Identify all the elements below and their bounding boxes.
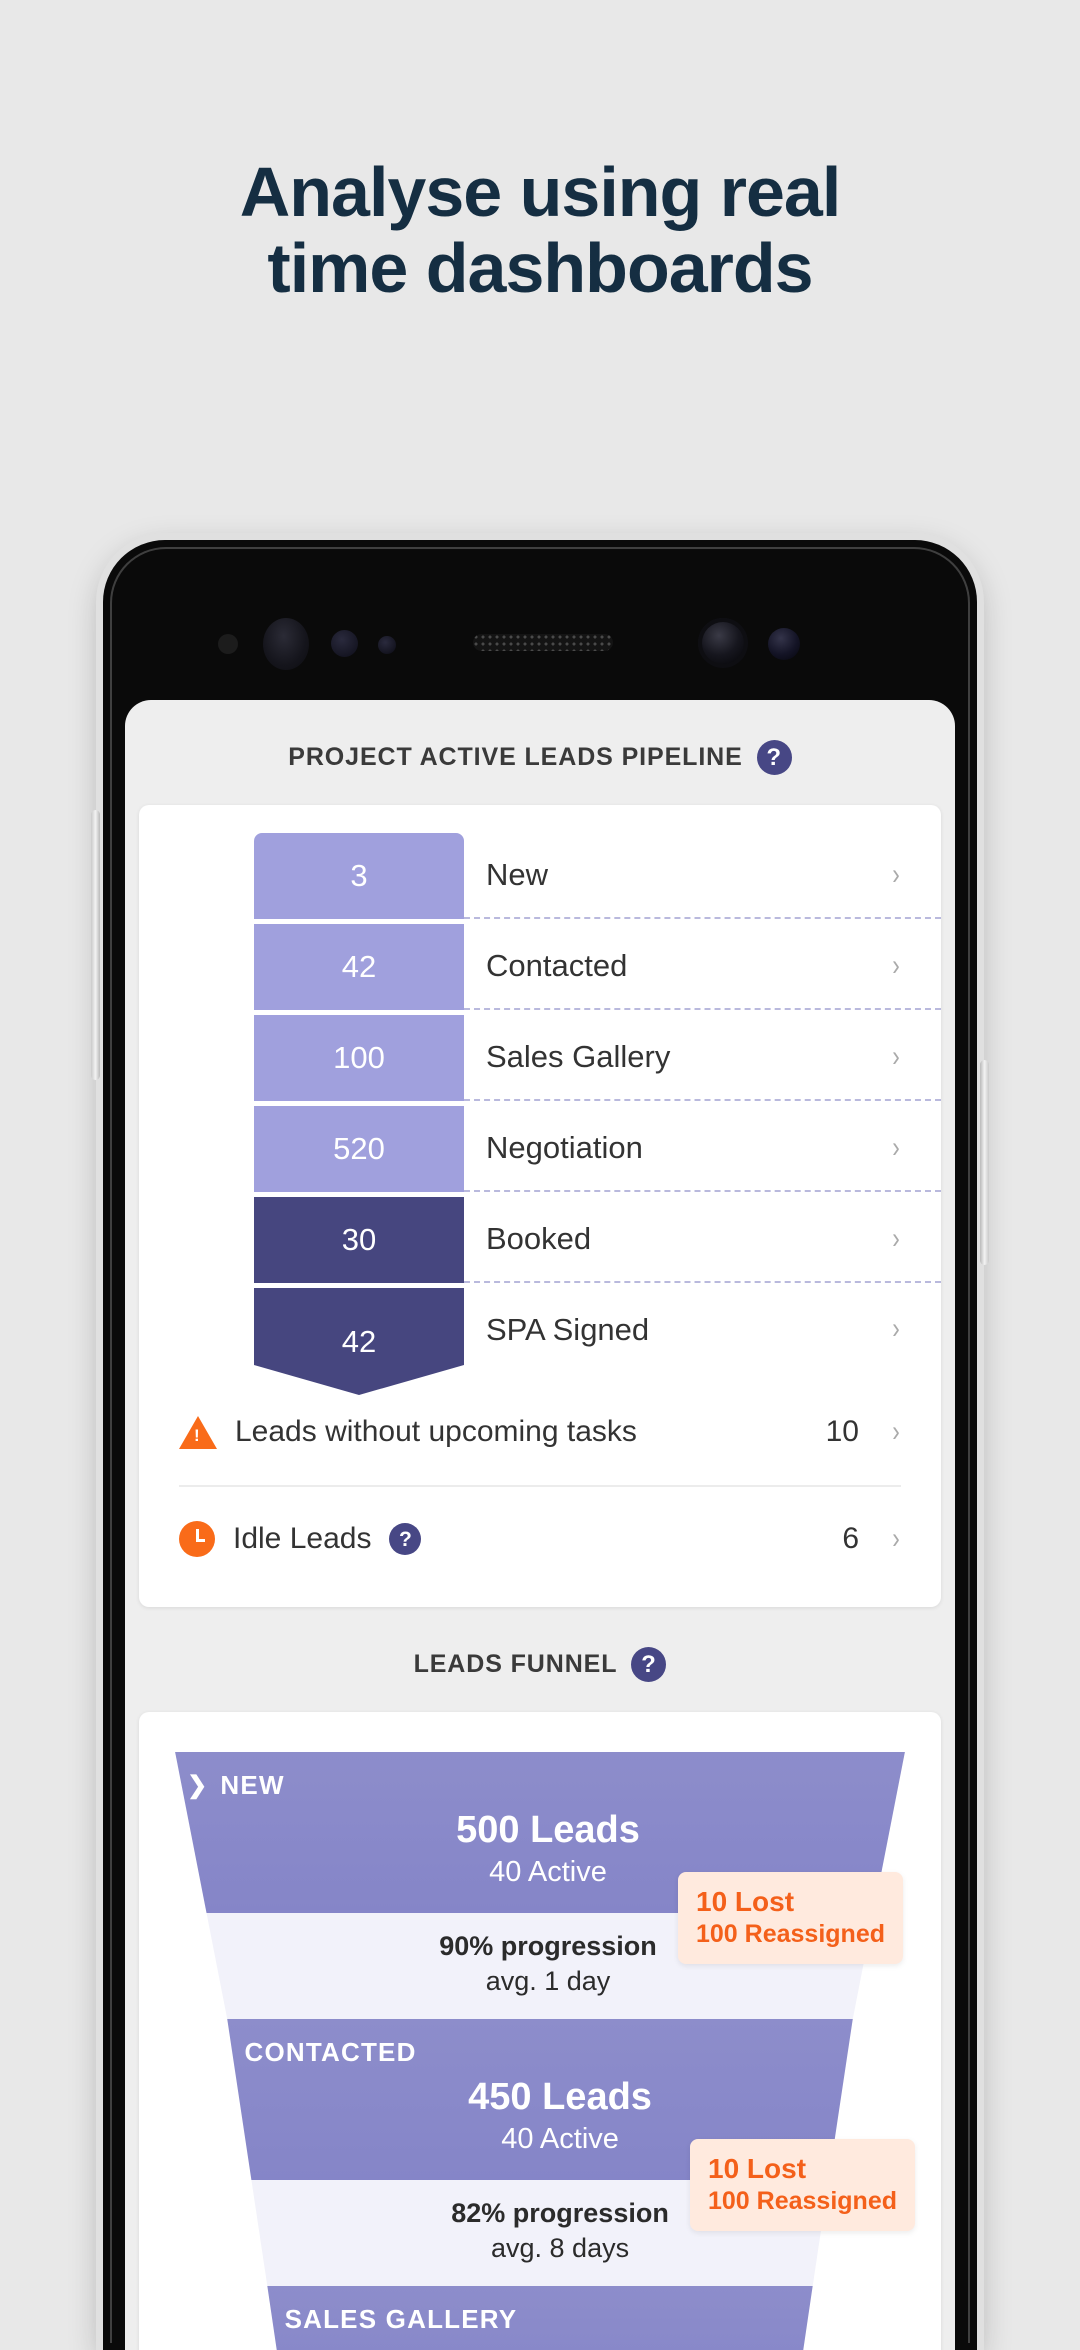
pipeline-title: PROJECT ACTIVE LEADS PIPELINE [288, 743, 743, 771]
pipeline-row-sales-gallery[interactable]: 100 Sales Gallery › [139, 1015, 941, 1101]
funnel-stage-sales-gallery[interactable]: ❯ SALES GALLERY [139, 2286, 941, 2350]
funnel-badge-reassigned-new: 100 Reassigned [696, 1920, 885, 1948]
alert-count-leads-without-tasks: 10 [825, 1415, 859, 1448]
pipeline-label-negotiation: Negotiation [486, 1130, 643, 1165]
chevron-double-right-icon: ❯ [187, 1772, 209, 1799]
pipeline-meta-contacted: Contacted › [464, 924, 941, 1010]
alert-label-leads-without-tasks: Leads without upcoming tasks [235, 1415, 637, 1448]
pipeline-meta-sales-gallery: Sales Gallery › [464, 1015, 941, 1101]
warning-triangle-icon [179, 1415, 217, 1449]
pipeline-row-new[interactable]: 3 New › [139, 833, 941, 919]
chevron-right-icon[interactable]: › [892, 1312, 900, 1346]
page-headline: Analyse using real time dashboards [0, 153, 1080, 307]
chevron-right-icon[interactable]: › [892, 1131, 900, 1165]
power-button[interactable] [980, 1060, 989, 1265]
phone-sensor-strip [103, 612, 977, 672]
question-mark-icon[interactable]: ? [631, 1647, 667, 1682]
ambient-light-sensor-icon [331, 630, 358, 657]
pipeline-meta-booked: Booked › [464, 1197, 941, 1283]
pipeline-card: 3 New › 42 Contacted › 100 Sales Gallery… [139, 805, 941, 1607]
pipeline-meta-negotiation: Negotiation › [464, 1106, 941, 1192]
front-camera-icon [698, 618, 748, 668]
funnel-badge-reassigned-contacted: 100 Reassigned [708, 2187, 897, 2215]
pipeline-label-booked: Booked [486, 1221, 592, 1256]
pipeline-row-booked[interactable]: 30 Booked › [139, 1197, 941, 1283]
funnel-stage-sales-gallery-shape: ❯ SALES GALLERY [251, 2286, 813, 2350]
chevron-right-icon[interactable]: › [892, 1522, 900, 1556]
sensor-dot-icon [218, 634, 238, 654]
clock-icon [179, 1521, 215, 1557]
funnel-card: ❯ NEW 500 Leads 40 Active 90% progressio… [139, 1712, 941, 2350]
funnel-stage-name-sales-gallery: SALES GALLERY [284, 2304, 518, 2334]
chevron-double-right-icon: ❯ [211, 2039, 233, 2066]
pipeline-bar-sales-gallery: 100 [254, 1015, 464, 1101]
pipeline-row-negotiation[interactable]: 520 Negotiation › [139, 1106, 941, 1192]
funnel-stage-contacted[interactable]: ❯ CONTACTED 450 Leads 40 Active 82% prog… [139, 2019, 941, 2286]
funnel-badge-contacted[interactable]: 10 Lost 100 Reassigned [690, 2139, 915, 2232]
phone-screen: PROJECT ACTIVE LEADS PIPELINE ? 3 New › … [125, 700, 955, 2350]
funnel-leads-new: 500 Leads [456, 1809, 640, 1851]
funnel-stage-name-contacted: CONTACTED [244, 2037, 417, 2067]
proximity-sensor-icon [263, 618, 309, 670]
pipeline-label-spa-signed: SPA Signed [486, 1312, 650, 1347]
alert-row-leads-without-tasks[interactable]: Leads without upcoming tasks 10 › [179, 1379, 901, 1485]
phone-device-mockup: PROJECT ACTIVE LEADS PIPELINE ? 3 New › … [91, 540, 989, 2350]
pipeline-bar-contacted: 42 [254, 924, 464, 1010]
front-camera-secondary-icon [768, 628, 800, 660]
pipeline-row-contacted[interactable]: 42 Contacted › [139, 924, 941, 1010]
funnel-label-contacted: ❯ CONTACTED [211, 2037, 853, 2068]
funnel-badge-lost-contacted: 10 Lost [708, 2153, 807, 2184]
pipeline-bar-new: 3 [254, 833, 464, 919]
earpiece-speaker-icon [473, 634, 613, 651]
question-mark-icon[interactable]: ? [389, 1523, 422, 1555]
funnel-stage-name-new: NEW [220, 1770, 285, 1800]
alert-label-idle-leads: Idle Leads [233, 1522, 372, 1555]
pipeline-label-sales-gallery: Sales Gallery [486, 1039, 671, 1074]
pipeline-label-new: New [486, 857, 549, 892]
headline-line-1: Analyse using real [239, 153, 842, 231]
chevron-right-icon[interactable]: › [892, 858, 900, 892]
pipeline-meta-spa-signed: SPA Signed › [464, 1288, 941, 1374]
funnel-stage-new[interactable]: ❯ NEW 500 Leads 40 Active 90% progressio… [139, 1752, 941, 2019]
funnel-label-sales-gallery: ❯ SALES GALLERY [251, 2304, 812, 2335]
funnel-avg-new: avg. 1 day [485, 1966, 611, 1996]
chevron-right-icon[interactable]: › [892, 1415, 900, 1449]
pipeline-label-contacted: Contacted [486, 948, 628, 983]
pipeline-bar-negotiation: 520 [254, 1106, 464, 1192]
pipeline-meta-new: New › [464, 833, 941, 919]
chevron-right-icon[interactable]: › [892, 1222, 900, 1256]
funnel-badge-new[interactable]: 10 Lost 100 Reassigned [678, 1872, 903, 1965]
funnel-leads-contacted: 450 Leads [468, 2076, 652, 2118]
funnel-band-sales-gallery: ❯ SALES GALLERY [251, 2286, 813, 2350]
pipeline-bar-booked: 30 [254, 1197, 464, 1283]
question-mark-icon[interactable]: ? [756, 740, 792, 775]
chevron-right-icon[interactable]: › [892, 949, 900, 983]
funnel-avg-contacted: avg. 8 days [491, 2233, 630, 2263]
funnel-label-new: ❯ NEW [187, 1770, 905, 1801]
alert-count-idle-leads: 6 [842, 1522, 859, 1555]
chevron-right-icon[interactable]: › [892, 1040, 900, 1074]
alert-row-idle-leads[interactable]: Idle Leads ? 6 › [179, 1485, 901, 1591]
funnel-section-header: LEADS FUNNEL ? [125, 1607, 955, 1712]
funnel-badge-lost-new: 10 Lost [696, 1886, 795, 1917]
pipeline-section-header: PROJECT ACTIVE LEADS PIPELINE ? [125, 700, 955, 805]
funnel-title: LEADS FUNNEL [413, 1650, 618, 1678]
volume-button[interactable] [91, 810, 100, 1080]
secondary-sensor-icon [378, 636, 396, 654]
headline-line-2: time dashboards [267, 228, 813, 307]
chevron-double-right-icon: ❯ [251, 2306, 273, 2333]
pipeline-row-spa-signed[interactable]: 42 SPA Signed › [139, 1288, 941, 1395]
